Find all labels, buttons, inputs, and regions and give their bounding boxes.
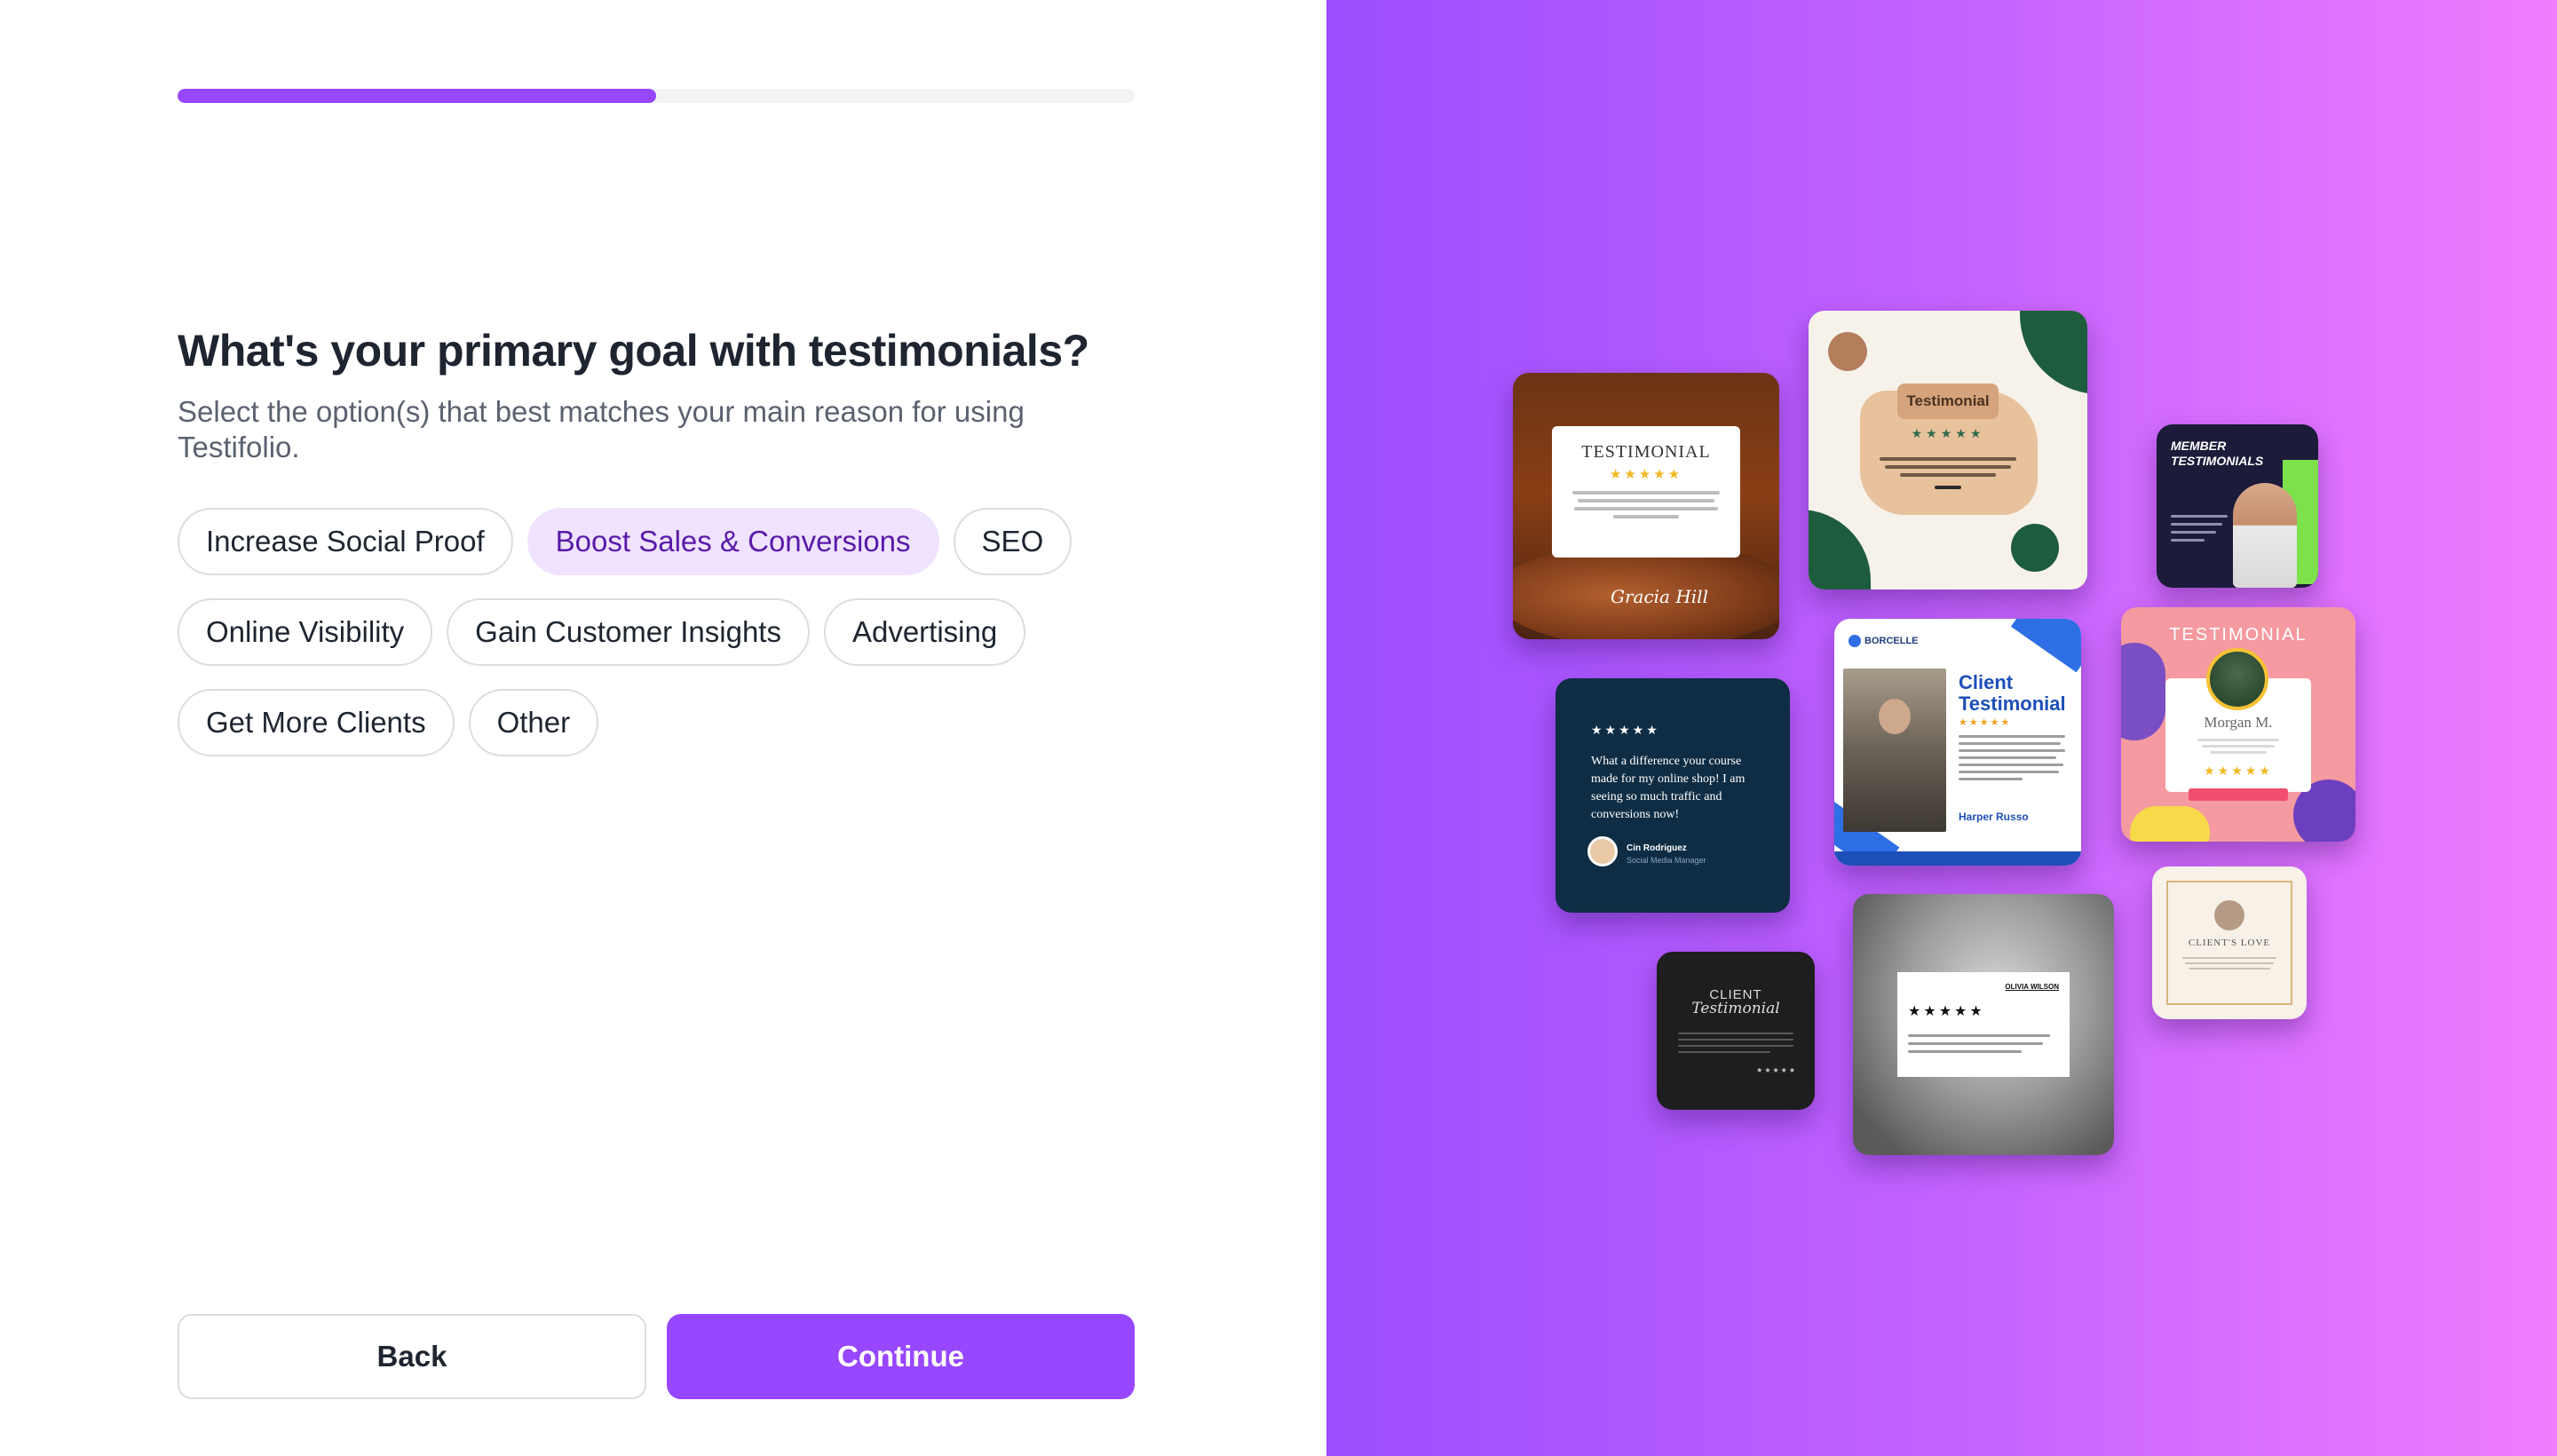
quote-text-lines [1959, 731, 2065, 785]
quote-text-lines [2171, 510, 2228, 547]
shape-decoration [2130, 806, 2210, 842]
dot-decoration [1828, 332, 1867, 371]
quote-text-lines [1564, 491, 1728, 518]
brand-logo: BORCELLE [1848, 635, 1919, 647]
dot-decoration [2011, 524, 2059, 572]
continue-button[interactable]: Continue [667, 1314, 1135, 1399]
testimonial-card-bw: OLIVIA WILSON ★★★★★ [1853, 894, 2114, 1155]
testimonial-card-member: MEMBER TESTIMONIALS [2157, 424, 2318, 588]
onboarding-page: What's your primary goal with testimonia… [0, 0, 2557, 1456]
reviewer-name: OLIVIA WILSON [2005, 983, 2059, 991]
option-increase-social-proof[interactable]: Increase Social Proof [178, 508, 513, 575]
testimonial-card-borcelle: BORCELLE Client Testimonial ★★★★★ Harper… [1834, 619, 2081, 866]
option-boost-sales-conversions[interactable]: Boost Sales & Conversions [526, 508, 939, 575]
question-title: What's your primary goal with testimonia… [178, 326, 1089, 376]
star-rating: ★★★★★ [1609, 467, 1683, 482]
quote-text-lines [1880, 453, 2016, 494]
testimonial-card-navy: ★★★★★ What a difference your course made… [1556, 678, 1790, 913]
testimonial-text-box: TESTIMONIAL ★★★★★ [1552, 426, 1740, 558]
avatar [2214, 900, 2244, 930]
goal-options: Increase Social Proof Boost Sales & Conv… [178, 508, 1154, 756]
progress-bar [178, 89, 1135, 103]
testimonial-text-box: OLIVIA WILSON ★★★★★ [1897, 972, 2070, 1077]
card-title: TESTIMONIAL [2169, 625, 2308, 645]
stripe-decoration [2010, 619, 2081, 673]
testimonial-card-black: CLIENT Testimonial ★★★★★ [1657, 952, 1815, 1110]
option-online-visibility[interactable]: Online Visibility [178, 598, 433, 666]
leaf-decoration [1809, 510, 1871, 590]
option-seo[interactable]: SEO [953, 508, 1073, 575]
person-photo [1843, 669, 1946, 832]
star-rating: ★★★★★ [1756, 1066, 1797, 1074]
question-subtitle: Select the option(s) that best matches y… [178, 395, 1025, 463]
quote-text-lines [1908, 1029, 2050, 1058]
card-title: CLIENT'S LOVE [2188, 938, 2271, 948]
star-rating: ★★★★★ [1959, 717, 2012, 728]
star-rating: ★★★★★ [1591, 723, 1660, 737]
option-advertising[interactable]: Advertising [823, 598, 1026, 666]
card-title: Testimonial [1897, 384, 1999, 419]
testimonial-card-beige: Testimonial ★★★★★ [1809, 311, 2087, 590]
person-photo [2233, 483, 2297, 588]
signature: Gracia Hill [1611, 586, 1708, 607]
quote-text-lines [2182, 954, 2276, 973]
testimonial-card-love: CLIENT'S LOVE [2152, 866, 2307, 1019]
card-title: TESTIMONIAL [1581, 442, 1711, 462]
option-get-more-clients[interactable]: Get More Clients [178, 689, 455, 756]
card-title: MEMBER TESTIMONIALS [2171, 439, 2264, 468]
reviewer-name: Cin Rodriguez [1627, 843, 1687, 853]
reviewer-name: Morgan M. [2204, 714, 2273, 731]
star-rating: ★★★★★ [2204, 764, 2273, 778]
quote-text-lines [2197, 735, 2279, 757]
reviewer-role: Social Media Manager [1627, 856, 1706, 865]
back-button[interactable]: Back [178, 1314, 646, 1399]
card-title: Client Testimonial [1959, 671, 2066, 715]
handle-badge [2189, 788, 2288, 801]
footer-bar [1834, 851, 2081, 866]
avatar [2206, 648, 2268, 710]
testimonial-card-pink: TESTIMONIAL Morgan M. ★★★★★ [2121, 607, 2355, 842]
star-rating: ★★★★★ [1911, 426, 1985, 440]
option-gain-customer-insights[interactable]: Gain Customer Insights [447, 598, 810, 666]
leaf-decoration [2020, 311, 2087, 394]
progress-bar-fill [178, 89, 656, 103]
question-panel: What's your primary goal with testimonia… [0, 0, 1326, 1456]
quote-text: What a difference your course made for m… [1591, 755, 1746, 821]
quote-text-lines [1678, 1028, 1793, 1057]
card-subtitle: Testimonial [1691, 1000, 1780, 1017]
avatar [1587, 836, 1618, 866]
testimonial-gallery-panel: TESTIMONIAL ★★★★★ Gracia Hill Testimonia… [1326, 0, 2557, 1456]
reviewer-name: Harper Russo [1959, 811, 2029, 823]
option-other[interactable]: Other [468, 689, 599, 756]
star-rating: ★★★★★ [1908, 1004, 1985, 1019]
testimonial-card-food: TESTIMONIAL ★★★★★ Gracia Hill [1513, 373, 1779, 639]
